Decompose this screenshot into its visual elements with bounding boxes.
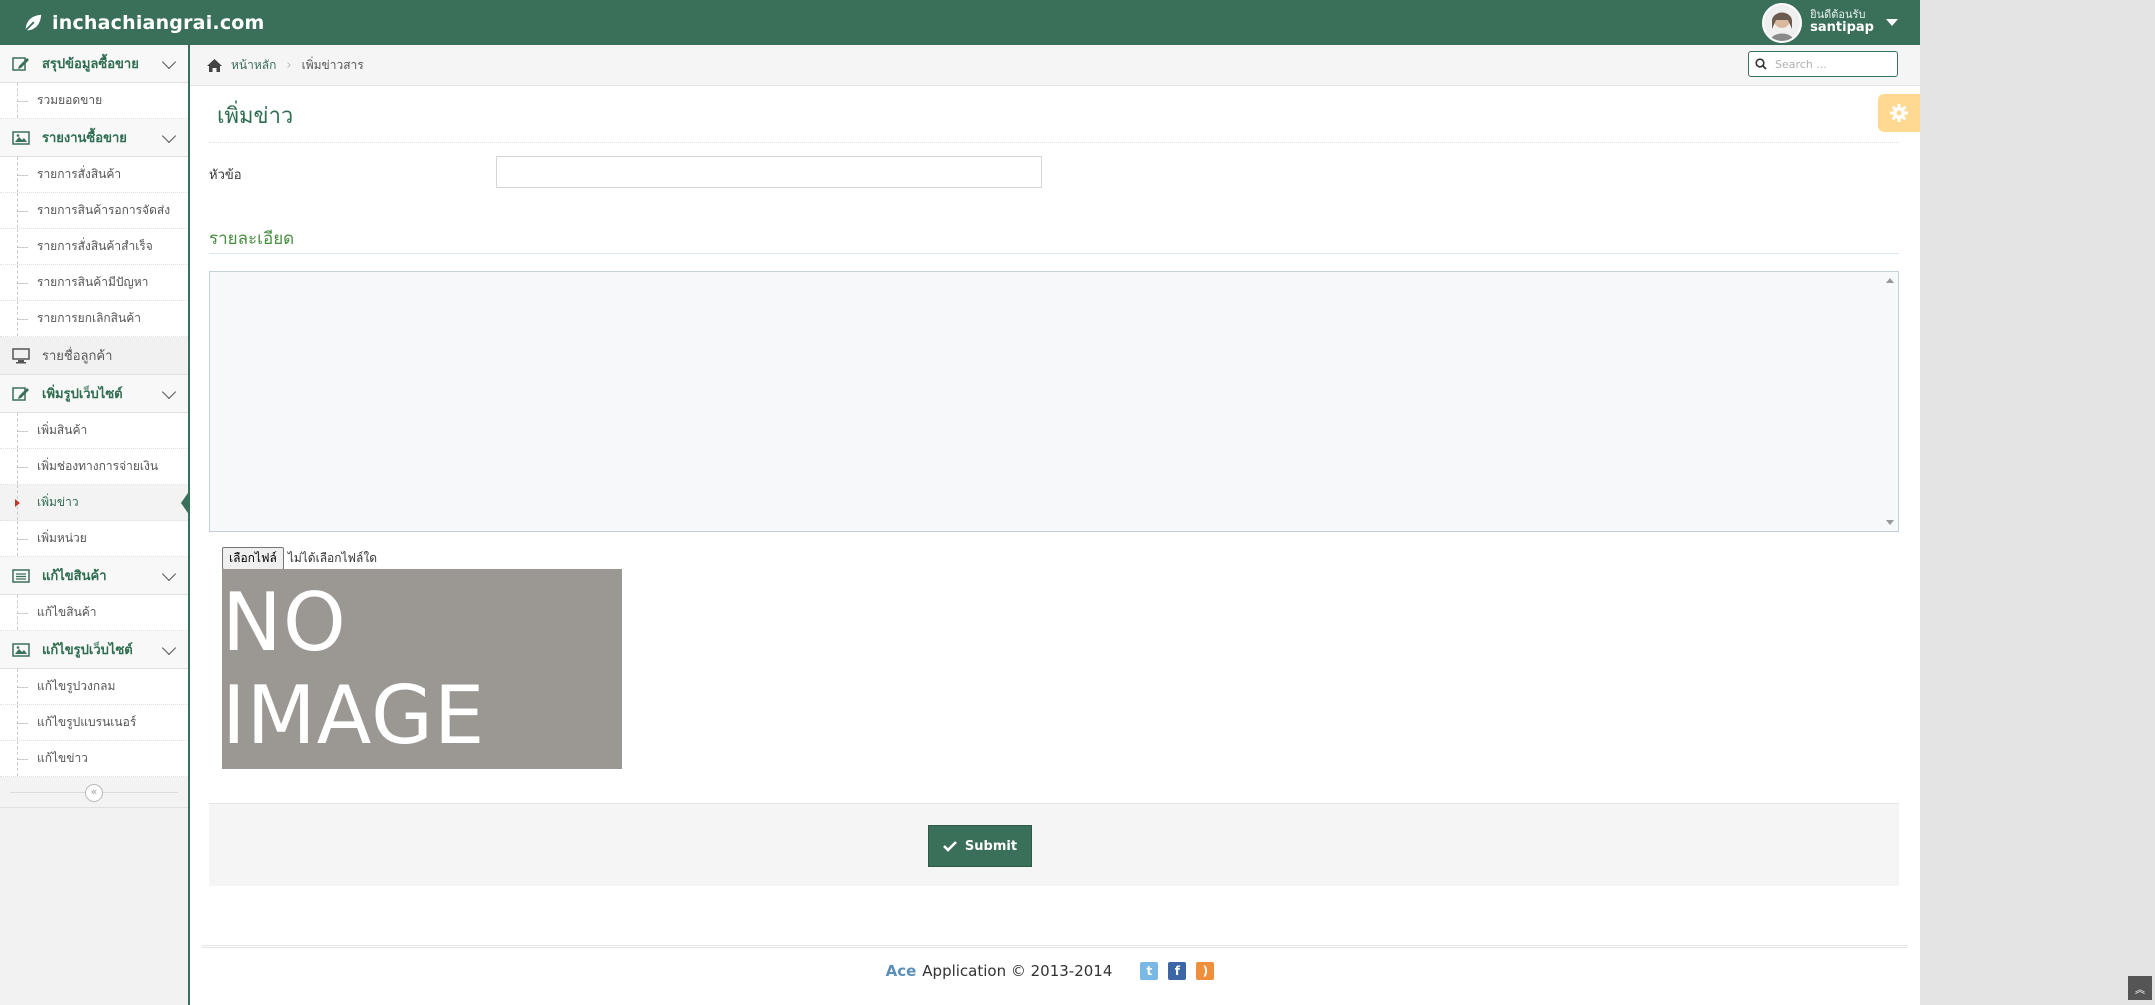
sidebar-collapse: « xyxy=(0,777,188,808)
sidebar-group-sales-summary[interactable]: สรุปข้อมูลซื้อขาย xyxy=(0,45,188,83)
list-icon xyxy=(12,568,30,584)
caret-down-icon xyxy=(1886,19,1898,26)
facebook-icon[interactable]: f xyxy=(1168,962,1187,980)
title-input[interactable] xyxy=(496,156,1042,188)
sidebar-item[interactable]: รายการสินค้ามีปัญหา xyxy=(0,265,188,301)
edit-icon xyxy=(12,386,30,402)
sidebar: สรุปข้อมูลซื้อขาย รวมยอดขาย รายงานซื้อขา… xyxy=(0,45,190,1005)
active-indicator xyxy=(181,490,190,516)
sidebar-item[interactable]: รายการสั่งสินค้า xyxy=(0,157,188,193)
sidebar-item[interactable]: เพิ่มหน่วย xyxy=(0,521,188,557)
sidebar-group-label: เพิ่มรูปเว็บไซต์ xyxy=(42,387,123,402)
breadcrumb-separator: › xyxy=(286,57,292,73)
avatar xyxy=(1762,2,1803,43)
choose-file-button[interactable]: เลือกไฟล์ xyxy=(222,547,284,570)
user-menu[interactable]: ยินดีต้อนรับ santipap xyxy=(1762,0,1898,45)
sidebar-group-label: แก้ไขสินค้า xyxy=(42,569,107,584)
breadcrumb: หน้าหลัก › เพิ่มข่าวสาร xyxy=(190,45,1920,86)
search-box xyxy=(1748,51,1898,77)
title-label: หัวข้อ xyxy=(209,168,242,183)
chevron-down-icon xyxy=(161,128,177,143)
check-icon xyxy=(943,841,957,852)
navbar: inchachiangrai.com ยินดีต้อนรับ santipap xyxy=(0,0,1920,45)
sidebar-group-label: รายงานซื้อขาย xyxy=(42,131,127,146)
scroll-down-arrow-icon[interactable] xyxy=(1886,520,1894,525)
chevron-down-icon xyxy=(161,384,177,399)
sidebar-item-add-news[interactable]: เพิ่มข่าว xyxy=(0,485,190,521)
chevron-down-icon xyxy=(161,54,177,69)
sidebar-item[interactable]: แก้ไขรูปแบรนเนอร์ xyxy=(0,705,188,741)
edit-icon xyxy=(12,56,30,72)
double-angle-left-icon[interactable]: « xyxy=(85,784,103,802)
picture-icon xyxy=(12,642,30,658)
leaf-icon xyxy=(24,14,42,32)
sidebar-item[interactable]: แก้ไขข่าว xyxy=(0,741,188,777)
twitter-icon[interactable]: t xyxy=(1140,962,1159,980)
chevron-down-icon xyxy=(161,566,177,581)
sidebar-item[interactable]: แก้ไขสินค้า xyxy=(0,595,188,631)
page-title: เพิ่มข่าว xyxy=(217,104,294,129)
sidebar-group-label: สรุปข้อมูลซื้อขาย xyxy=(42,57,139,72)
submit-button[interactable]: Submit xyxy=(928,825,1032,867)
file-input: เลือกไฟล์ ไม่ได้เลือกไฟล์ใด xyxy=(222,547,377,570)
home-icon[interactable] xyxy=(206,58,231,73)
chevron-down-icon xyxy=(161,640,177,655)
sidebar-item[interactable]: รายการสั่งสินค้าสำเร็จ xyxy=(0,229,188,265)
rss-icon[interactable]: ) xyxy=(1196,962,1215,980)
sidebar-item[interactable]: รายการยกเลิกสินค้า xyxy=(0,301,188,337)
footer-brand: Ace xyxy=(885,962,917,980)
scroll-up-arrow-icon[interactable] xyxy=(1886,278,1894,283)
editor-scrollbar[interactable] xyxy=(1882,272,1898,531)
details-heading: รายละเอียด xyxy=(209,229,295,249)
breadcrumb-current: เพิ่มข่าวสาร xyxy=(301,57,364,72)
details-editor[interactable] xyxy=(209,271,1899,532)
details-section-header: รายละเอียด xyxy=(209,225,1899,254)
no-image-text: NO IMAGE xyxy=(222,576,486,762)
file-status: ไม่ได้เลือกไฟล์ใด xyxy=(287,551,378,565)
picture-icon xyxy=(12,130,30,146)
scroll-to-top-button[interactable]: ︽ xyxy=(2128,976,2152,1000)
sidebar-group-edit-product[interactable]: แก้ไขสินค้า xyxy=(0,557,188,595)
sidebar-item[interactable]: รายการสินค้ารอการจัดส่ง xyxy=(0,193,188,229)
breadcrumb-home-link[interactable]: หน้าหลัก xyxy=(231,56,276,75)
sidebar-group-sales-report[interactable]: รายงานซื้อขาย xyxy=(0,119,188,157)
footer: Ace Application © 2013-2014 t f ) xyxy=(202,945,1908,1005)
sidebar-item[interactable]: แก้ไขรูปวงกลม xyxy=(0,669,188,705)
page: inchachiangrai.com ยินดีต้อนรับ santipap… xyxy=(0,0,1920,1005)
desktop-icon xyxy=(12,347,30,364)
user-name: santipap xyxy=(1810,20,1874,36)
brand-name: inchachiangrai.com xyxy=(52,11,265,34)
page-header: เพิ่มข่าว xyxy=(209,88,1899,143)
sidebar-item[interactable]: เพิ่มสินค้า xyxy=(0,413,188,449)
image-preview: NO IMAGE xyxy=(222,569,622,769)
sidebar-group-edit-website[interactable]: แก้ไขรูปเว็บไซต์ xyxy=(0,631,188,669)
form-actions: Submit xyxy=(209,803,1899,886)
sidebar-group-label: แก้ไขรูปเว็บไซต์ xyxy=(42,643,133,658)
submit-label: Submit xyxy=(964,838,1018,854)
sidebar-item[interactable]: เพิ่มช่องทางการจ่ายเงิน xyxy=(0,449,188,485)
footer-text: Application © 2013-2014 xyxy=(922,962,1113,980)
sidebar-item[interactable]: รวมยอดขาย xyxy=(0,83,188,119)
double-angle-up-icon: ︽ xyxy=(2135,984,2145,996)
brand-link[interactable]: inchachiangrai.com xyxy=(22,0,265,45)
search-icon xyxy=(1755,58,1767,70)
sidebar-item-customers[interactable]: รายชื่อลูกค้า xyxy=(0,337,188,375)
sidebar-item-label: เพิ่มข่าว xyxy=(37,495,79,509)
sidebar-group-label: รายชื่อลูกค้า xyxy=(42,349,113,364)
sidebar-group-add-website[interactable]: เพิ่มรูปเว็บไซต์ xyxy=(0,375,188,413)
search-input[interactable] xyxy=(1773,56,1887,72)
caret-right-icon xyxy=(15,499,20,507)
